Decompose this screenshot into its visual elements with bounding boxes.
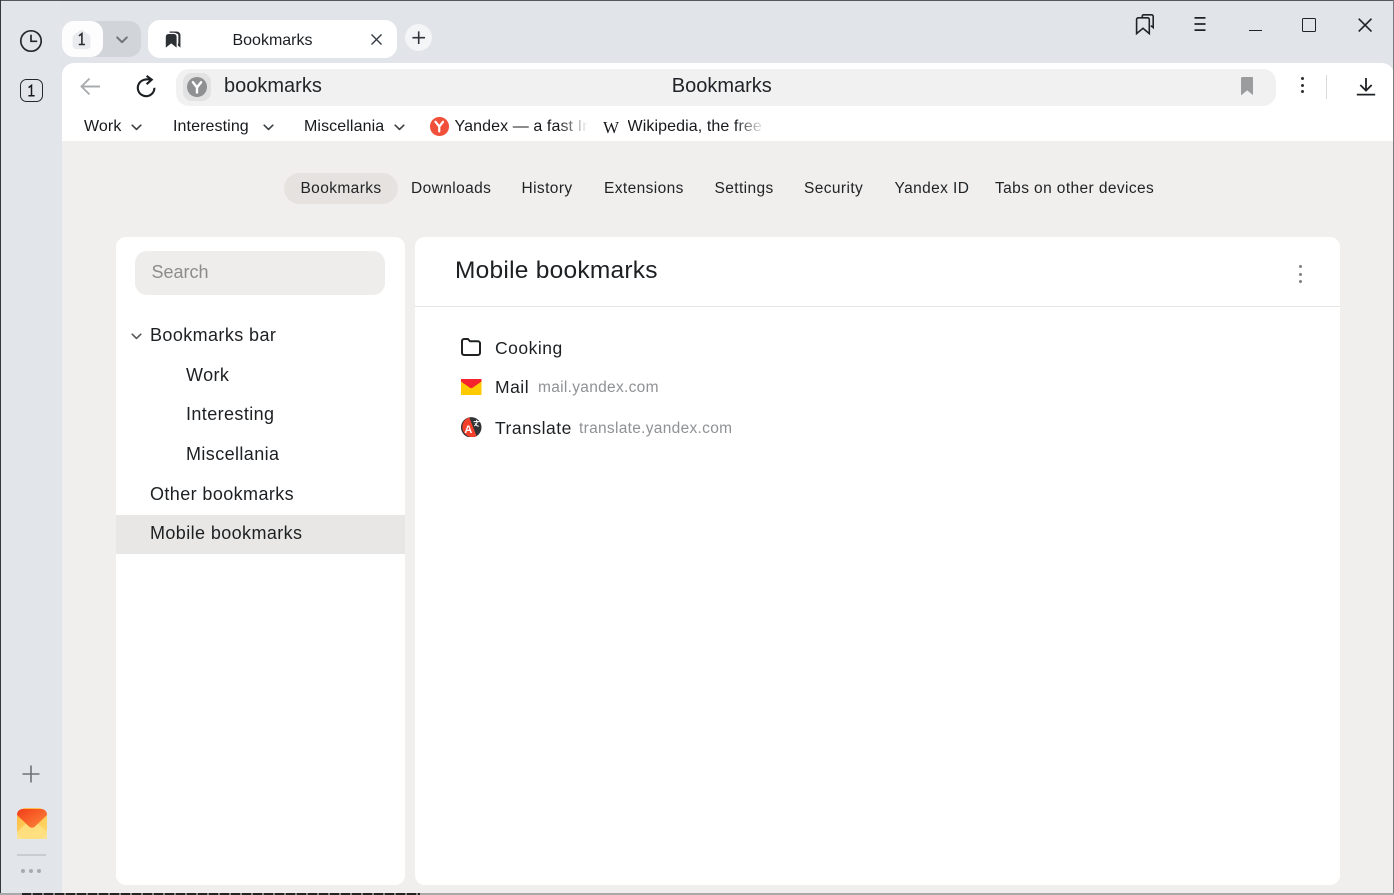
svg-text:A: A [464,424,472,436]
